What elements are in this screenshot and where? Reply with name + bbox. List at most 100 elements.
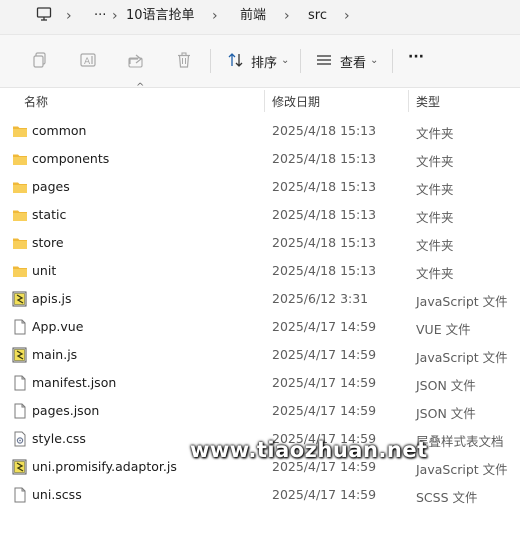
address-bar: › ··· › 10语言抢单 › 前端 › src ›	[0, 0, 520, 35]
folder-icon	[12, 207, 28, 223]
delete-icon[interactable]	[174, 51, 194, 71]
copy-icon[interactable]	[30, 51, 50, 71]
more-options-button[interactable]: ···	[408, 49, 424, 65]
file-type: SCSS 文件	[416, 490, 478, 505]
file-type: 文件夹	[416, 266, 454, 281]
breadcrumb-item[interactable]: src	[308, 6, 327, 26]
file-type: JSON 文件	[416, 378, 476, 393]
file-modified-date: 2025/4/18 15:13	[272, 263, 377, 278]
file-row[interactable]: App.vue 2025/4/17 14:59 VUE 文件	[0, 313, 520, 341]
file-name: common	[32, 123, 87, 138]
file-name: static	[32, 207, 67, 222]
chevron-right-icon: ›	[66, 8, 72, 24]
file-name: uni.promisify.adaptor.js	[32, 459, 177, 474]
file-type: 文件夹	[416, 238, 454, 253]
file-icon	[12, 487, 28, 503]
file-name: apis.js	[32, 291, 72, 306]
column-header-row: 名称 ^ 修改日期 类型	[0, 82, 520, 114]
file-row[interactable]: manifest.json 2025/4/17 14:59 JSON 文件	[0, 369, 520, 397]
file-row[interactable]: common 2025/4/18 15:13 文件夹	[0, 117, 520, 145]
column-header-type[interactable]: 类型	[416, 93, 440, 110]
file-name: manifest.json	[32, 375, 117, 390]
file-icon	[12, 319, 28, 335]
chevron-right-icon[interactable]: ›	[344, 6, 350, 26]
share-icon[interactable]	[126, 51, 146, 71]
file-modified-date: 2025/4/17 14:59	[272, 375, 377, 390]
file-type: JavaScript 文件	[416, 462, 508, 477]
file-name: App.vue	[32, 319, 84, 334]
breadcrumb-item[interactable]: 前端	[240, 6, 266, 26]
file-modified-date: 2025/4/17 14:59	[272, 403, 377, 418]
javascript-file-icon	[12, 291, 28, 307]
file-name: style.css	[32, 431, 86, 446]
chevron-right-icon: ›	[212, 8, 218, 24]
file-type: JavaScript 文件	[416, 294, 508, 309]
sort-icon[interactable]	[226, 51, 246, 71]
column-divider[interactable]	[264, 90, 265, 112]
toolbar-divider	[300, 49, 301, 73]
file-icon	[12, 375, 28, 391]
file-row[interactable]: store 2025/4/18 15:13 文件夹	[0, 229, 520, 257]
sort-ascending-icon: ^	[136, 82, 145, 93]
file-modified-date: 2025/4/17 14:59	[272, 319, 377, 334]
file-name: store	[32, 235, 64, 250]
file-row[interactable]: apis.js 2025/6/12 3:31 JavaScript 文件	[0, 285, 520, 313]
folder-icon	[12, 179, 28, 195]
file-type: 层叠样式表文档	[416, 434, 504, 449]
javascript-file-icon	[12, 347, 28, 363]
file-modified-date: 2025/4/17 14:59	[272, 347, 377, 362]
folder-icon	[12, 123, 28, 139]
column-header-name[interactable]: 名称	[24, 93, 48, 110]
chevron-right-icon: ›	[112, 8, 118, 24]
watermark: www.tiaozhuan.net	[190, 438, 428, 462]
javascript-file-icon	[12, 459, 28, 475]
chevron-down-icon[interactable]: ⌄	[281, 55, 289, 66]
file-row[interactable]: components 2025/4/18 15:13 文件夹	[0, 145, 520, 173]
file-modified-date: 2025/4/18 15:13	[272, 123, 377, 138]
file-type: 文件夹	[416, 126, 454, 141]
file-modified-date: 2025/4/18 15:13	[272, 207, 377, 222]
file-name: uni.scss	[32, 487, 82, 502]
file-modified-date: 2025/4/17 14:59	[272, 487, 377, 502]
file-modified-date: 2025/6/12 3:31	[272, 291, 369, 306]
file-type: JSON 文件	[416, 406, 476, 421]
file-row[interactable]: main.js 2025/4/17 14:59 JavaScript 文件	[0, 341, 520, 369]
command-bar: A 排序 ⌄ 查看 ⌄ ···	[0, 35, 520, 88]
stylesheet-file-icon	[12, 431, 28, 447]
file-modified-date: 2025/4/18 15:13	[272, 151, 377, 166]
file-name: main.js	[32, 347, 78, 362]
file-name: pages	[32, 179, 70, 194]
folder-icon	[12, 263, 28, 279]
column-divider[interactable]	[408, 90, 409, 112]
file-name: unit	[32, 263, 57, 278]
file-type: JavaScript 文件	[416, 350, 508, 365]
view-icon[interactable]	[314, 51, 334, 71]
svg-text:A: A	[84, 57, 91, 67]
column-header-date[interactable]: 修改日期	[272, 93, 320, 110]
folder-icon	[12, 151, 28, 167]
file-row[interactable]: uni.scss 2025/4/17 14:59 SCSS 文件	[0, 481, 520, 509]
chevron-right-icon: ›	[284, 8, 290, 24]
file-name: pages.json	[32, 403, 100, 418]
file-row[interactable]: pages.json 2025/4/17 14:59 JSON 文件	[0, 397, 520, 425]
breadcrumb-item[interactable]: 10语言抢单	[126, 6, 195, 26]
file-name: components	[32, 151, 110, 166]
file-type: VUE 文件	[416, 322, 471, 337]
chevron-down-icon[interactable]: ⌄	[370, 55, 378, 66]
file-type: 文件夹	[416, 154, 454, 169]
file-row[interactable]: unit 2025/4/18 15:13 文件夹	[0, 257, 520, 285]
folder-icon	[12, 235, 28, 251]
computer-icon[interactable]	[36, 6, 52, 26]
file-row[interactable]: pages 2025/4/18 15:13 文件夹	[0, 173, 520, 201]
file-modified-date: 2025/4/18 15:13	[272, 235, 377, 250]
file-type: 文件夹	[416, 210, 454, 225]
view-button[interactable]: 查看	[340, 52, 366, 71]
file-type: 文件夹	[416, 182, 454, 197]
file-row[interactable]: static 2025/4/18 15:13 文件夹	[0, 201, 520, 229]
file-icon	[12, 403, 28, 419]
toolbar-divider	[210, 49, 211, 73]
file-modified-date: 2025/4/18 15:13	[272, 179, 377, 194]
rename-icon[interactable]: A	[78, 51, 98, 71]
breadcrumb-overflow[interactable]: ···	[94, 6, 106, 26]
sort-button[interactable]: 排序	[251, 52, 277, 71]
